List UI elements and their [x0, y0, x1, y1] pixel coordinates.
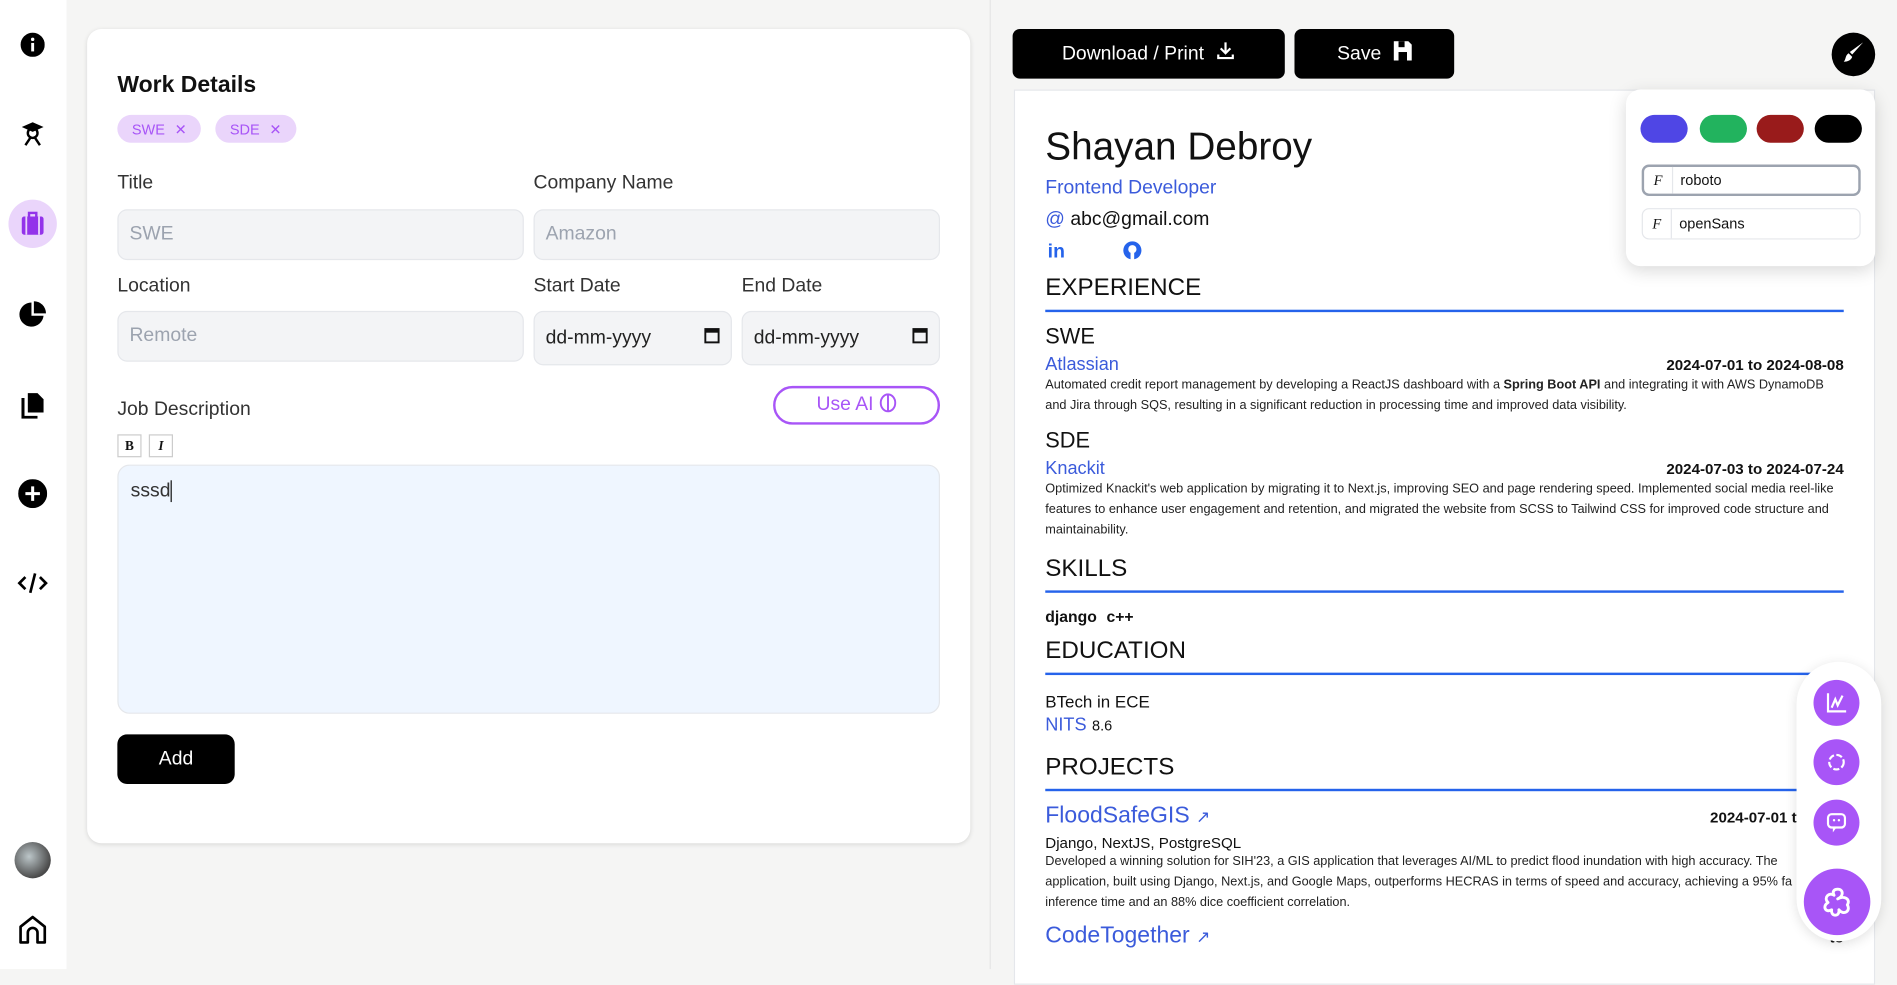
- color-swatch-red[interactable]: [1756, 114, 1804, 143]
- font-option-opensans[interactable]: FopenSans: [1641, 208, 1861, 240]
- date-placeholder: dd-mm-yyyy: [545, 327, 652, 348]
- assistant-icon[interactable]: [1803, 868, 1871, 936]
- font-icon: F: [1643, 209, 1672, 239]
- chip-sde[interactable]: SDE ✕: [215, 114, 297, 143]
- projects-heading: PROJECTS: [1045, 754, 1844, 792]
- location-label: Location: [117, 275, 191, 297]
- calendar-icon[interactable]: [912, 327, 928, 350]
- code-icon[interactable]: [8, 559, 56, 607]
- email-text: abc@gmail.com: [1070, 209, 1210, 230]
- avatar[interactable]: [14, 842, 51, 879]
- company-label: Company Name: [533, 173, 674, 194]
- job-description: Optimized Knackit's web application by m…: [1045, 481, 1834, 538]
- use-ai-label: Use AI: [816, 394, 874, 415]
- panel-divider: [989, 0, 991, 970]
- calendar-icon[interactable]: [704, 327, 720, 350]
- score: 8.6: [1091, 717, 1113, 735]
- theme-popover: Froboto FopenSans: [1625, 89, 1876, 267]
- company-name[interactable]: Atlassian: [1045, 354, 1119, 375]
- chip-label: SDE: [229, 120, 260, 138]
- title-label: Title: [117, 173, 154, 194]
- title-input[interactable]: SWE: [117, 209, 524, 261]
- project-name[interactable]: CodeTogether ↗: [1045, 923, 1210, 950]
- project-name[interactable]: FloodSafeGIS ↗: [1045, 803, 1210, 830]
- experience-heading: EXPERIENCE: [1045, 275, 1844, 313]
- external-link-icon[interactable]: ↗: [1196, 807, 1210, 826]
- skill: django: [1045, 607, 1097, 626]
- pie-chart-icon[interactable]: [8, 290, 56, 338]
- color-swatch-green[interactable]: [1699, 114, 1747, 143]
- description-label: Job Description: [117, 399, 251, 420]
- project-stack: Django, NextJS, PostgreSQL: [1045, 834, 1242, 852]
- chat-bot-icon[interactable]: [1813, 799, 1860, 846]
- skill: c++: [1106, 607, 1134, 626]
- company-name[interactable]: Knackit: [1045, 459, 1105, 480]
- chip-label: SWE: [131, 120, 165, 138]
- color-swatch-blue[interactable]: [1640, 114, 1688, 143]
- end-date-input[interactable]: dd-mm-yyyy: [741, 310, 941, 366]
- job-description-textarea[interactable]: sssd: [117, 464, 941, 714]
- project-title: CodeTogether: [1045, 923, 1190, 949]
- desc-bold: Spring Boot API: [1503, 377, 1601, 392]
- project-description: Developed a winning solution for SIH'23,…: [1045, 854, 1793, 910]
- job-title: SWE: [1045, 324, 1095, 349]
- sidebar: [0, 0, 67, 970]
- analytics-icon[interactable]: [1813, 679, 1860, 726]
- font-icon: F: [1644, 166, 1674, 194]
- job-description: Automated credit report management by de…: [1045, 375, 1843, 416]
- project-title: FloodSafeGIS: [1045, 803, 1190, 829]
- close-icon[interactable]: ✕: [269, 120, 281, 137]
- paintbrush-icon: [1843, 41, 1865, 69]
- brain-icon: [879, 392, 897, 418]
- font-option-roboto[interactable]: Froboto: [1641, 164, 1861, 196]
- company-input[interactable]: Amazon: [533, 209, 941, 261]
- education-heading: EDUCATION: [1045, 638, 1844, 676]
- bold-button[interactable]: B: [117, 434, 142, 458]
- info-icon[interactable]: [8, 21, 56, 69]
- home-icon[interactable]: [8, 905, 56, 953]
- start-date-input[interactable]: dd-mm-yyyy: [533, 310, 732, 366]
- briefcase-icon[interactable]: [8, 199, 57, 249]
- linkedin-icon[interactable]: in: [1048, 242, 1065, 264]
- school: NITS: [1045, 714, 1087, 736]
- end-date-label: End Date: [741, 275, 823, 297]
- work-details-card: [87, 29, 971, 844]
- skills-list: django c++: [1045, 607, 1843, 625]
- font-name: openSans: [1679, 215, 1745, 233]
- degree: BTech in ECE: [1045, 692, 1150, 712]
- download-icon: [1216, 41, 1235, 66]
- job-title: SDE: [1045, 428, 1091, 453]
- save-button[interactable]: Save: [1294, 29, 1455, 79]
- location-input[interactable]: Remote: [117, 310, 524, 362]
- openai-icon[interactable]: [1813, 739, 1860, 786]
- job-dates: 2024-07-03 to 2024-07-24: [1666, 460, 1844, 478]
- color-swatch-black[interactable]: [1814, 114, 1862, 143]
- chip-swe[interactable]: SWE ✕: [117, 114, 202, 143]
- skills-heading: SKILLS: [1045, 555, 1844, 593]
- theme-brush-button[interactable]: [1831, 32, 1876, 77]
- job-dates: 2024-07-01 to 2024-08-08: [1666, 356, 1844, 374]
- close-icon[interactable]: ✕: [175, 120, 187, 137]
- date-placeholder: dd-mm-yyyy: [753, 327, 860, 348]
- graduation-icon[interactable]: [8, 109, 56, 157]
- floppy-icon: [1393, 41, 1412, 66]
- section-title: Work Details: [117, 72, 257, 98]
- italic-button[interactable]: I: [148, 434, 174, 458]
- external-link-icon[interactable]: ↗: [1196, 927, 1210, 946]
- save-label: Save: [1337, 42, 1382, 64]
- text-caret: [170, 480, 172, 503]
- github-icon[interactable]: [1123, 240, 1142, 265]
- use-ai-button[interactable]: Use AI: [773, 385, 941, 425]
- download-print-button[interactable]: Download / Print: [1012, 29, 1285, 79]
- at-icon: @: [1045, 209, 1065, 230]
- font-name: roboto: [1680, 171, 1722, 189]
- desc-text: Automated credit report management by de…: [1045, 377, 1504, 392]
- add-button[interactable]: Add: [117, 734, 235, 784]
- plus-circle-icon[interactable]: [8, 469, 56, 517]
- description-text: sssd: [130, 480, 171, 502]
- start-date-label: Start Date: [533, 275, 621, 297]
- download-label: Download / Print: [1061, 42, 1204, 64]
- documents-icon[interactable]: [8, 381, 56, 429]
